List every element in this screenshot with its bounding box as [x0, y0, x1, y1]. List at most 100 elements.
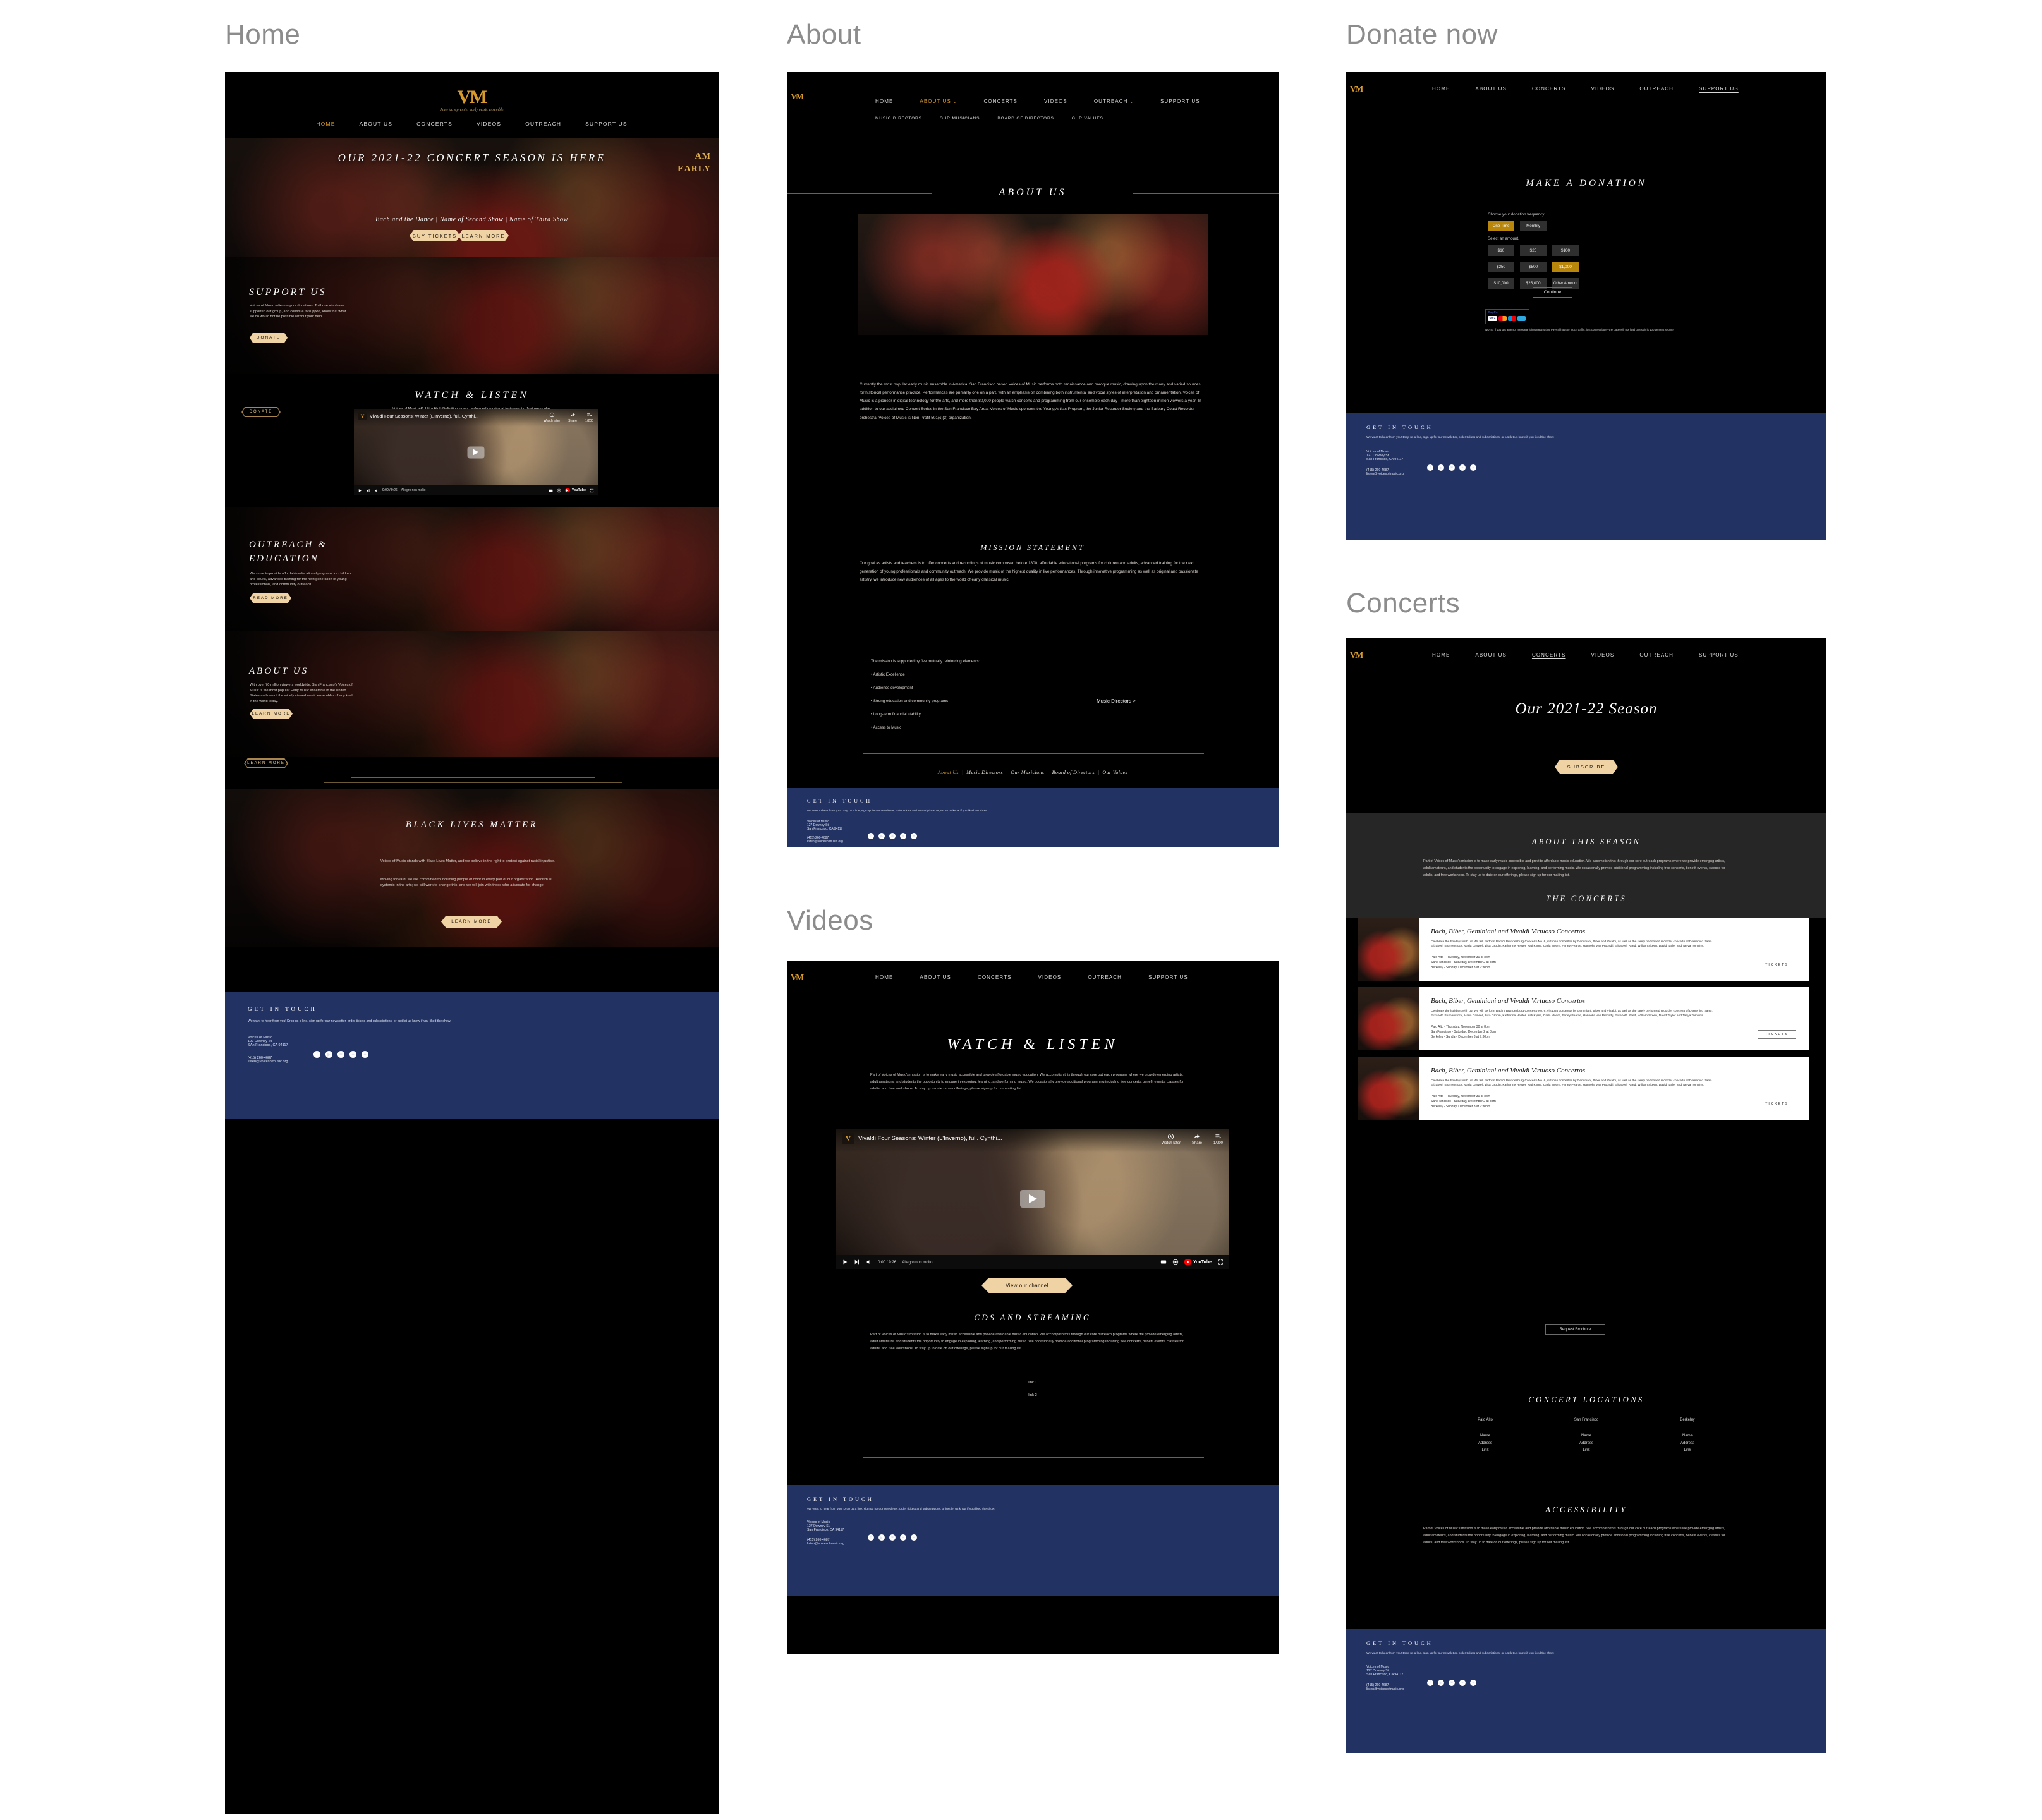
- nav-item-videos-donate[interactable]: VIDEOS: [1591, 86, 1615, 92]
- frequency-option-one-time[interactable]: One Time: [1488, 221, 1514, 231]
- player-controls-videos[interactable]: 0:00 / 9:26 Allegro non molto YouTube: [836, 1255, 1229, 1269]
- amount-option-25[interactable]: $25: [1520, 245, 1547, 256]
- nav-item-home-videos[interactable]: HOME: [875, 974, 893, 980]
- nav-item-concerts-about[interactable]: CONCERTS: [983, 99, 1018, 104]
- nav-item-about-videos[interactable]: ABOUT US: [920, 974, 951, 980]
- footer-email-about[interactable]: listen@voicesofmusic.org: [807, 840, 1279, 844]
- nav-item-home[interactable]: HOME: [316, 121, 335, 127]
- home-video-player[interactable]: V Vivaldi Four Seasons: Winter (L'Invern…: [354, 409, 598, 495]
- instagram-icon-videos[interactable]: ◙: [889, 1534, 896, 1541]
- facebook-icon-donate[interactable]: f: [1427, 464, 1433, 471]
- about-link-our-musicians[interactable]: Our Musicians: [1011, 770, 1044, 775]
- amount-option-10[interactable]: $10: [1488, 245, 1514, 256]
- amount-option-250[interactable]: $250: [1488, 262, 1514, 272]
- nav-item-home-concerts[interactable]: HOME: [1432, 652, 1450, 658]
- footer-email[interactable]: listen@voicesofmusic.org: [248, 1060, 719, 1064]
- amount-option-10000[interactable]: $10,000: [1488, 278, 1514, 289]
- site-logo-concerts[interactable]: VM: [1350, 652, 1363, 660]
- nav-item-outreach-concerts[interactable]: OUTREACH: [1639, 652, 1674, 658]
- fullscreen-icon-videos[interactable]: [1217, 1259, 1224, 1265]
- continue-button[interactable]: Continue: [1533, 287, 1572, 298]
- frequency-option-monthly[interactable]: Monthly: [1520, 221, 1547, 231]
- about-link-board-of-directors[interactable]: Board of Directors: [1052, 770, 1095, 775]
- player-next-icon[interactable]: [366, 488, 370, 493]
- share-action-videos[interactable]: Share: [1192, 1133, 1202, 1145]
- nav-item-videos-about[interactable]: VIDEOS: [1044, 99, 1067, 104]
- twitter-icon[interactable]: ✦: [349, 1051, 356, 1058]
- amount-option-500[interactable]: $500: [1520, 262, 1547, 272]
- nav-item-videos-concerts[interactable]: VIDEOS: [1591, 652, 1615, 658]
- vimeo-icon-about[interactable]: ✦: [911, 833, 917, 839]
- site-logo-donate[interactable]: VM: [1350, 85, 1363, 94]
- instagram-icon-concerts[interactable]: ◙: [1449, 1680, 1455, 1686]
- amount-option-1000[interactable]: $1,000: [1552, 262, 1579, 272]
- nav-item-videos[interactable]: VIDEOS: [477, 121, 501, 127]
- footer-email-videos[interactable]: listen@voicesofmusic.org: [807, 1542, 1279, 1546]
- nav-item-about-us-about[interactable]: ABOUT US ⌄: [920, 99, 957, 104]
- watch-later-action[interactable]: Watch later: [544, 412, 560, 423]
- twitter-icon-videos[interactable]: ✦: [900, 1534, 906, 1541]
- amount-option-100[interactable]: $100: [1552, 245, 1579, 256]
- facebook-icon-about[interactable]: f: [868, 833, 874, 839]
- instagram-icon-donate[interactable]: ◙: [1449, 464, 1455, 471]
- view-our-channel-button[interactable]: View our channel: [981, 1278, 1073, 1293]
- facebook-icon-concerts[interactable]: f: [1427, 1680, 1433, 1686]
- concert-card[interactable]: Bach, Biber, Geminiani and Vivaldi Virtu…: [1358, 987, 1809, 1050]
- nav-item-about-donate[interactable]: ABOUT US: [1475, 86, 1507, 92]
- play-button[interactable]: [467, 446, 485, 458]
- play-button-videos[interactable]: [1020, 1190, 1045, 1208]
- player-volume-icon-videos[interactable]: [866, 1259, 872, 1265]
- read-more-button-outreach[interactable]: READ MORE: [250, 593, 291, 603]
- videos-video-player[interactable]: V Vivaldi Four Seasons: Winter (L'Invern…: [836, 1129, 1229, 1269]
- nav-item-home-about[interactable]: HOME: [875, 99, 893, 104]
- vimeo-icon-concerts[interactable]: ✦: [1470, 1680, 1476, 1686]
- subnav-music-directors[interactable]: MUSIC DIRECTORS: [875, 116, 922, 121]
- youtube-icon-videos-footer[interactable]: ▶: [878, 1534, 885, 1541]
- watch-later-action-videos[interactable]: Watch later: [1162, 1133, 1181, 1145]
- learn-more-button-blm[interactable]: LEARN MORE: [441, 916, 502, 928]
- site-logo-about[interactable]: VM: [791, 93, 804, 102]
- twitter-icon-concerts[interactable]: ✦: [1459, 1680, 1466, 1686]
- facebook-icon-videos[interactable]: f: [868, 1534, 874, 1541]
- nav-item-about-us[interactable]: ABOUT US: [360, 121, 393, 127]
- youtube-icon-concerts[interactable]: ▶: [1438, 1680, 1444, 1686]
- settings-gear-icon-videos[interactable]: [1172, 1259, 1179, 1265]
- location-link[interactable]: Link: [1643, 1447, 1732, 1454]
- about-link-our-values[interactable]: Our Values: [1102, 770, 1127, 775]
- about-link-music-directors[interactable]: Music Directors: [966, 770, 1003, 775]
- site-logo-videos[interactable]: VM: [791, 974, 804, 983]
- fullscreen-icon[interactable]: [590, 488, 594, 493]
- request-brochure-button[interactable]: Request Brochure: [1545, 1324, 1605, 1335]
- nav-item-outreach-about[interactable]: OUTREACH ⌄: [1094, 99, 1134, 104]
- subnav-our-musicians[interactable]: OUR MUSICIANS: [940, 116, 980, 121]
- buy-tickets-button[interactable]: BUY TICKETS: [410, 230, 460, 241]
- vimeo-icon-videos[interactable]: ✦: [911, 1534, 917, 1541]
- nav-item-outreach-videos[interactable]: OUTREACH: [1088, 974, 1122, 980]
- nav-item-support-us-about[interactable]: SUPPORT US: [1160, 99, 1200, 104]
- nav-item-outreach[interactable]: OUTREACH: [525, 121, 561, 127]
- nav-item-support-concerts[interactable]: SUPPORT US: [1699, 652, 1739, 658]
- footer-email-concerts[interactable]: listen@voicesofmusic.org: [1366, 1687, 1826, 1691]
- vimeo-icon[interactable]: ✦: [362, 1051, 368, 1058]
- music-directors-link[interactable]: Music Directors >: [1097, 698, 1136, 705]
- twitter-icon-donate[interactable]: ✦: [1459, 464, 1466, 471]
- youtube-logo-videos[interactable]: YouTube: [1184, 1259, 1212, 1265]
- nav-item-concerts[interactable]: CONCERTS: [416, 121, 453, 127]
- donate-button-watch[interactable]: DONATE: [241, 407, 281, 417]
- youtube-icon[interactable]: ▶: [325, 1051, 332, 1058]
- about-link-about-us[interactable]: About Us: [938, 770, 959, 775]
- footer-email-donate[interactable]: listen@voicesofmusic.org: [1366, 472, 1826, 476]
- cds-link-1[interactable]: link 1: [787, 1380, 1279, 1386]
- location-link[interactable]: Link: [1542, 1447, 1631, 1454]
- nav-item-support-us[interactable]: SUPPORT US: [585, 121, 628, 127]
- player-next-icon-videos[interactable]: [854, 1259, 860, 1265]
- donate-button-support[interactable]: DONATE: [250, 333, 288, 343]
- learn-more-button-hero[interactable]: LEARN MORE: [458, 230, 509, 241]
- location-link[interactable]: Link: [1441, 1447, 1529, 1454]
- concert-card[interactable]: Bach, Biber, Geminiani and Vivaldi Virtu…: [1358, 918, 1809, 981]
- player-volume-icon[interactable]: [374, 488, 379, 493]
- share-action[interactable]: Share: [568, 412, 577, 423]
- nav-item-concerts-videos[interactable]: CONCERTS: [978, 974, 1012, 980]
- player-play-icon[interactable]: [358, 488, 362, 493]
- subnav-our-values[interactable]: OUR VALUES: [1072, 116, 1103, 121]
